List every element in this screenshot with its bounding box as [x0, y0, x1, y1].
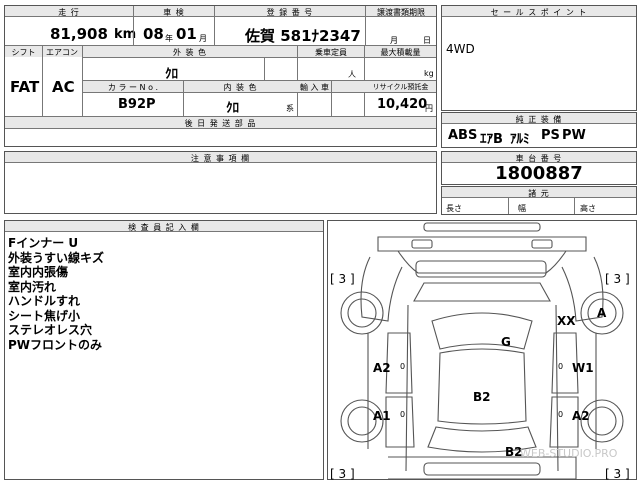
- sales-point-label: セ ー ル ス ポ イ ン ト: [490, 8, 588, 17]
- registration-label: 登 録 番 号: [266, 8, 314, 17]
- int-color-value: ｸﾛ: [226, 101, 239, 116]
- note-line: ハンドルすれ: [8, 294, 81, 308]
- width-label: 幅: [518, 204, 526, 213]
- front-right-tire-mark: [ 3 ]: [605, 272, 630, 286]
- equipment-item-abs: ABS: [448, 128, 478, 143]
- note-line: ステレオレス穴: [8, 323, 93, 337]
- sales-point-box: [441, 5, 637, 111]
- car-diagram: [340, 222, 624, 479]
- aircon-label: エアコン: [46, 48, 78, 57]
- registration-value: 佐賀 581ﾅ2347: [245, 27, 361, 45]
- int-color-unit: 系: [286, 104, 294, 113]
- inspection-month-unit: 月: [199, 34, 207, 43]
- front-right-fender-mark: XX: [557, 314, 576, 328]
- aircon-value: AC: [52, 78, 75, 96]
- equipment-item-airbag: ｴｱB: [480, 132, 503, 147]
- note-line: シート焦げ小: [8, 308, 81, 323]
- roof-mark: B2: [473, 390, 491, 404]
- inspection-month: 01: [176, 25, 197, 43]
- left-front-door-mark: A2: [373, 361, 391, 375]
- length-label: 長さ: [446, 204, 462, 213]
- inspection-label: 車 検: [163, 8, 185, 17]
- right-front-door-mark: W1: [572, 361, 594, 375]
- rear-left-tire-mark: [ 3 ]: [330, 467, 355, 480]
- rear-right-tire-mark: [ 3 ]: [605, 467, 630, 480]
- left-rear-door-mark: A1: [373, 409, 391, 423]
- inspector-notes: Fインナー U 外装うすい線キズ 室内内張傷 室内汚れ ハンドルすれ シート焦げ…: [8, 236, 104, 352]
- dimensions-label: 諸 元: [528, 189, 550, 198]
- recycle-unit: 円: [425, 104, 433, 113]
- caution-label: 注 意 事 項 欄: [190, 154, 251, 163]
- chassis-value: 1800887: [495, 163, 583, 184]
- mileage-value: 81,908: [50, 25, 108, 43]
- equipment-item-alloy: ｱﾙﾐ: [510, 132, 530, 147]
- load-unit: kg: [424, 69, 434, 78]
- shift-value: FAT: [10, 78, 40, 96]
- note-line: 外装うすい線キズ: [8, 250, 105, 265]
- height-label: 高さ: [580, 204, 596, 213]
- shift-label: シフト: [11, 48, 36, 57]
- sales-point-value: 4WD: [446, 42, 475, 56]
- mileage-label: 走 行: [58, 8, 80, 17]
- color-no-value: B92P: [118, 97, 156, 112]
- note-line: PWフロントのみ: [8, 337, 103, 352]
- left-front-door-zero: 0: [400, 362, 406, 371]
- inspection-year: 08: [143, 25, 164, 43]
- inspector-label: 検 査 員 記 入 欄: [128, 223, 200, 232]
- recycle-label: リサイクル預託金: [372, 83, 429, 91]
- front-left-tire-mark: [ 3 ]: [330, 272, 355, 286]
- left-rear-door-zero: 0: [400, 410, 406, 419]
- recycle-value: 10,420: [377, 97, 428, 112]
- note-line: 室内汚れ: [8, 279, 57, 294]
- transfer-label: 譲渡書類期限: [377, 8, 425, 17]
- watermark-text: WEB-STUDIO.PRO: [520, 447, 618, 460]
- equipment-label: 純 正 装 備: [515, 115, 563, 124]
- note-line: Fインナー U: [8, 236, 79, 250]
- capacity-unit: 人: [348, 70, 356, 79]
- equipment-item-pw: PW: [562, 128, 586, 143]
- right-rear-door-mark: A2: [572, 409, 590, 423]
- inspection-year-unit: 年: [165, 34, 173, 43]
- glass-mark: G: [501, 335, 511, 349]
- right-rear-door-zero: 0: [558, 410, 564, 419]
- front-right-wheel-mark: A: [597, 306, 607, 320]
- equipment-item-ps: PS: [541, 128, 560, 143]
- right-front-door-zero: 0: [558, 362, 564, 371]
- note-line: 室内内張傷: [8, 265, 69, 279]
